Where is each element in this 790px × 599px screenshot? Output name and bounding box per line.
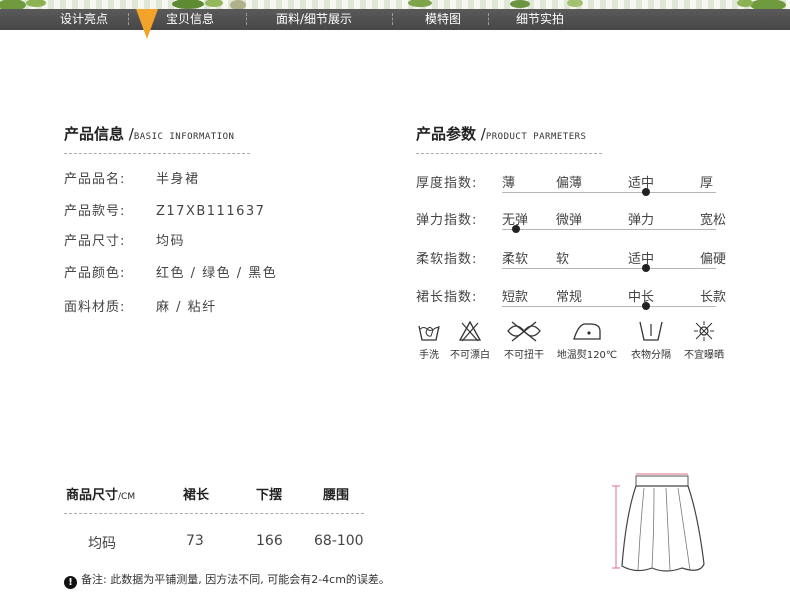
param-option: 适中	[628, 176, 655, 191]
divider	[64, 153, 250, 154]
product-info-heading: 产品信息 /BASIC INFORMATION	[64, 125, 235, 143]
param-option: 薄	[502, 176, 516, 191]
param-label: 厚度指数:	[416, 176, 478, 191]
param-option: 柔软	[502, 252, 529, 267]
product-info-subtitle: BASIC INFORMATION	[133, 132, 235, 142]
low-iron-icon	[573, 323, 601, 340]
param-label: 裙长指数:	[416, 290, 478, 305]
top-nav	[0, 0, 790, 30]
param-scale-line	[502, 192, 716, 193]
param-option: 常规	[556, 290, 583, 305]
info-value: 均码	[156, 234, 186, 249]
divider	[416, 153, 602, 154]
care-label: 地温熨120℃	[556, 350, 618, 361]
info-label: 产品品名:	[64, 172, 126, 187]
hand-wash-icon	[418, 325, 440, 341]
nav-bar	[0, 9, 790, 30]
table-divider	[64, 513, 364, 514]
care-item: 不可扭干	[500, 320, 548, 361]
param-option: 短款	[502, 290, 529, 305]
info-label: 产品颜色:	[64, 266, 126, 281]
param-selected-dot	[642, 188, 650, 196]
param-scale-line	[502, 268, 716, 269]
table-cell-hem: 166	[256, 533, 283, 549]
product-info-title: 产品信息	[64, 125, 125, 143]
header-unit: /CM	[118, 492, 136, 502]
product-params-subtitle: PRODUCT PARMETERS	[485, 132, 587, 142]
param-option: 微弹	[556, 213, 583, 228]
nav-item-model[interactable]: 模特图	[418, 11, 468, 28]
header-length: 裙长	[183, 488, 210, 503]
separate-wash-icon	[639, 321, 663, 341]
note-text: 备注: 此数据为平铺测量, 因方法不同, 可能会有2-4cm的误差。	[81, 573, 390, 586]
care-label: 不可漂白	[450, 350, 490, 361]
size-table-header: 商品尺寸/CM	[66, 484, 135, 503]
param-option: 厚	[700, 176, 714, 191]
product-params-heading: 产品参数 /PRODUCT PARMETERS	[416, 125, 587, 143]
info-row-style-no: 产品款号: Z17XB111637	[64, 200, 265, 219]
param-label: 弹力指数:	[416, 213, 478, 228]
nav-item-design[interactable]: 设计亮点	[52, 11, 116, 28]
nav-separator	[488, 13, 490, 25]
param-option: 中长	[628, 290, 655, 305]
info-label: 产品款号:	[64, 204, 126, 219]
no-wring-icon	[507, 321, 541, 342]
nav-active-marker	[136, 9, 158, 39]
param-label: 柔软指数:	[416, 252, 478, 267]
param-row: 裙长指数: 短款 常规 中长 长款	[416, 286, 726, 310]
param-option: 宽松	[700, 213, 727, 228]
product-params-title: 产品参数	[416, 125, 477, 143]
param-option: 长款	[700, 290, 727, 305]
info-value: 麻 / 粘纤	[156, 300, 217, 315]
info-label: 产品尺寸:	[64, 234, 126, 249]
info-row-name: 产品品名: 半身裙	[64, 168, 200, 187]
param-row: 柔软指数: 柔软 软 适中 偏硬	[416, 248, 726, 272]
nav-item-fabric[interactable]: 面料/细节展示	[266, 11, 362, 28]
param-option: 偏硬	[700, 252, 727, 267]
param-option: 适中	[628, 252, 655, 267]
care-item: 地温熨120℃	[556, 320, 618, 361]
table-cell-size: 均码	[88, 536, 116, 552]
param-row: 弹力指数: 无弹 微弹 弹力 宽松	[416, 209, 726, 233]
measurement-note: ! 备注: 此数据为平铺测量, 因方法不同, 可能会有2-4cm的误差。	[64, 571, 390, 589]
info-value: Z17XB111637	[156, 204, 266, 219]
param-option: 弹力	[628, 213, 655, 228]
care-item: 手洗	[416, 320, 442, 361]
no-bleach-icon	[458, 320, 482, 342]
info-row-material: 面料材质: 麻 / 粘纤	[64, 296, 217, 315]
param-option: 软	[556, 252, 570, 267]
nav-separator	[128, 13, 130, 25]
care-item: 衣物分隔	[627, 320, 675, 361]
param-option: 偏薄	[556, 176, 583, 191]
param-scale-line	[502, 306, 716, 307]
care-label: 不可扭干	[504, 350, 544, 361]
info-value: 红色 / 绿色 / 黑色	[156, 266, 278, 281]
param-selected-dot	[642, 264, 650, 272]
care-item: 不可漂白	[446, 320, 494, 361]
care-item: 不宜曝晒	[680, 320, 728, 361]
table-cell-waist: 68-100	[314, 533, 364, 549]
info-label: 面料材质:	[64, 300, 126, 315]
param-selected-dot	[512, 225, 520, 233]
table-cell-length: 73	[186, 533, 204, 549]
care-label: 手洗	[419, 350, 439, 361]
info-row-color: 产品颜色: 红色 / 绿色 / 黑色	[64, 262, 277, 281]
nav-separator	[246, 13, 248, 25]
nav-separator	[392, 13, 394, 25]
header-waist: 腰围	[323, 488, 350, 503]
info-value: 半身裙	[156, 172, 200, 187]
care-label: 衣物分隔	[631, 350, 671, 361]
param-selected-dot	[642, 302, 650, 310]
warning-icon: !	[64, 576, 77, 589]
header-hem: 下摆	[256, 488, 283, 503]
header-size: 商品尺寸	[66, 488, 119, 503]
nav-item-detail[interactable]: 细节实拍	[510, 11, 570, 28]
param-scale-line	[502, 229, 716, 230]
no-sun-dry-icon	[694, 321, 714, 341]
info-row-size: 产品尺寸: 均码	[64, 230, 185, 249]
care-label: 不宜曝晒	[684, 350, 724, 361]
param-row: 厚度指数: 薄 偏薄 适中 厚	[416, 172, 716, 196]
skirt-sketch	[612, 473, 705, 572]
nav-item-info[interactable]: 宝贝信息	[158, 11, 222, 28]
